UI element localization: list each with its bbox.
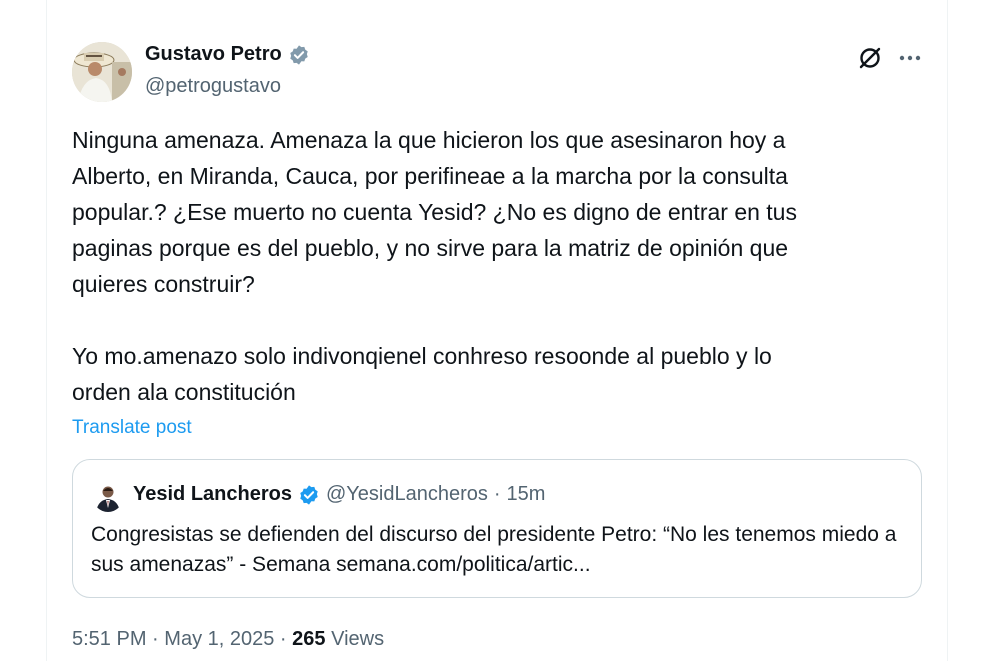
tweet-date[interactable]: May 1, 2025: [164, 628, 274, 650]
grok-icon[interactable]: [856, 44, 884, 72]
tweet-time[interactable]: 5:51 PM: [72, 628, 146, 650]
timeline-border-left: [46, 0, 47, 661]
author-display-name[interactable]: Gustavo Petro: [145, 43, 282, 66]
quoted-tweet-text: Congresistas se defienden del discurso d…: [91, 523, 897, 576]
verified-badge-icon: [298, 484, 320, 506]
author-avatar[interactable]: [72, 42, 132, 102]
quoted-author-handle: @YesidLancheros: [325, 483, 488, 505]
author-name-row: Gustavo Petro: [145, 43, 310, 66]
quoted-tweet-card[interactable]: Yesid Lancheros @YesidLancheros · 15m Co…: [72, 459, 922, 598]
verified-badge-icon: [288, 44, 310, 66]
quoted-tweet-time: 15m: [506, 483, 546, 505]
views-count: 265: [292, 628, 326, 650]
timeline-border-right: [947, 0, 948, 661]
separator-dot: ·: [279, 628, 287, 650]
quoted-tweet-header: Yesid Lancheros @YesidLancheros · 15m: [133, 483, 545, 506]
translate-post-link[interactable]: Translate post: [72, 417, 192, 439]
separator-dot: ·: [152, 628, 159, 650]
quoted-author-avatar: [93, 482, 123, 512]
tweet-text: Ninguna amenaza. Amenaza la que hicieron…: [72, 127, 797, 405]
views-label: Views: [331, 628, 385, 650]
more-options-icon[interactable]: [896, 44, 924, 72]
author-handle[interactable]: @petrogustavo: [145, 75, 281, 98]
tweet-meta: 5:51 PM · May 1, 2025 · 265 Views: [72, 628, 384, 651]
separator-dot: ·: [493, 483, 501, 505]
quoted-author-name: Yesid Lancheros: [133, 483, 292, 505]
